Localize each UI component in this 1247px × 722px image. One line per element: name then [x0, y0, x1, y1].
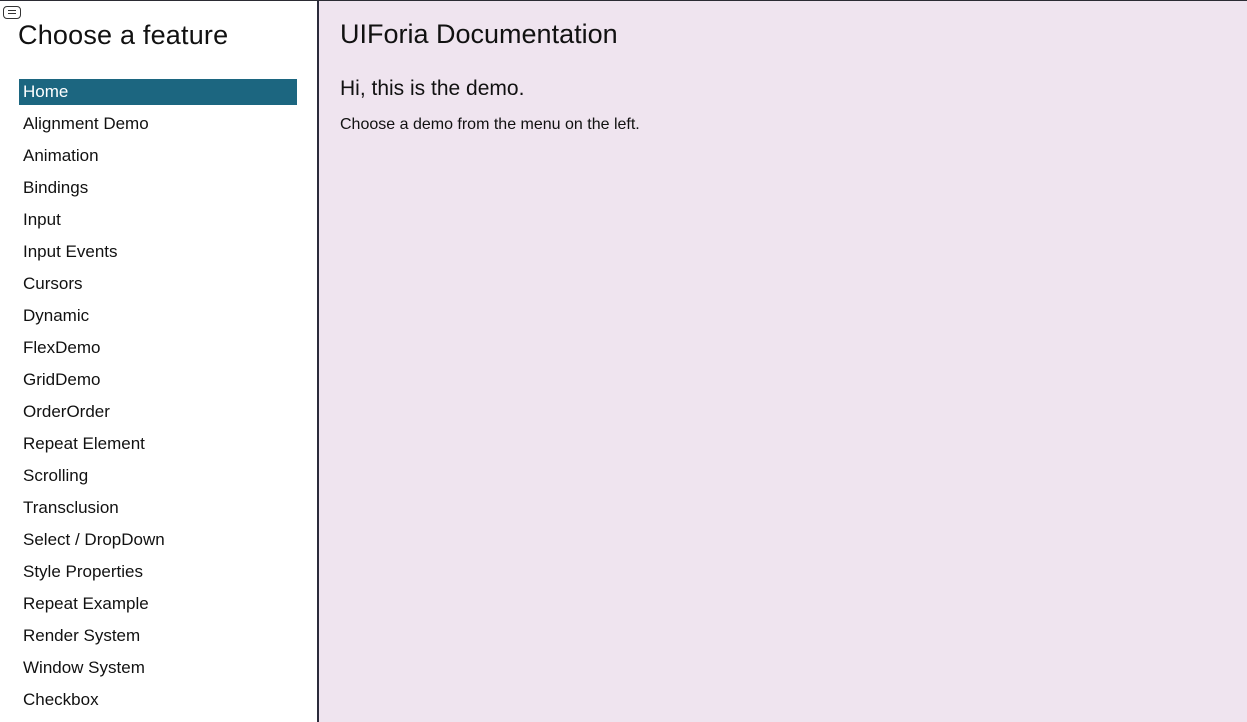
sidebar-item-input-events[interactable]: Input Events [19, 239, 297, 271]
sidebar-item-scrolling[interactable]: Scrolling [19, 463, 297, 495]
page-title: UIForia Documentation [340, 19, 618, 49]
sidebar-item-repeat-element[interactable]: Repeat Element [19, 431, 297, 463]
sidebar-item-select-dropdown[interactable]: Select / DropDown [19, 527, 297, 559]
sidebar-item-input[interactable]: Input [19, 207, 297, 239]
sidebar-item-dynamic[interactable]: Dynamic [19, 303, 297, 335]
demo-heading: Hi, this is the demo. [340, 77, 525, 100]
sidebar-item-transclusion[interactable]: Transclusion [19, 495, 297, 527]
main-content: UIForia Documentation Hi, this is the de… [319, 1, 1247, 722]
sidebar-item-repeat-example[interactable]: Repeat Example [19, 591, 297, 623]
sidebar-item-griddemo[interactable]: GridDemo [19, 367, 297, 399]
menu-line [8, 10, 16, 11]
feature-menu: Home Alignment Demo Animation Bindings I… [19, 79, 297, 719]
sidebar-item-window-system[interactable]: Window System [19, 655, 297, 687]
sidebar-title: Choose a feature [18, 20, 229, 50]
sidebar-item-bindings[interactable]: Bindings [19, 175, 297, 207]
demo-instructions: Choose a demo from the menu on the left. [340, 116, 640, 133]
sidebar-item-animation[interactable]: Animation [19, 143, 297, 175]
sidebar-item-orderorder[interactable]: OrderOrder [19, 399, 297, 431]
sidebar-item-home[interactable]: Home [19, 79, 297, 105]
app-window: Choose a feature Home Alignment Demo Ani… [0, 0, 1247, 722]
sidebar-item-alignment-demo[interactable]: Alignment Demo [19, 111, 297, 143]
sidebar-item-checkbox[interactable]: Checkbox [19, 687, 297, 719]
sidebar-item-render-system[interactable]: Render System [19, 623, 297, 655]
menu-line [8, 13, 16, 14]
sidebar-item-style-properties[interactable]: Style Properties [19, 559, 297, 591]
sidebar: Choose a feature Home Alignment Demo Ani… [0, 1, 319, 722]
sidebar-item-cursors[interactable]: Cursors [19, 271, 297, 303]
sidebar-item-flexdemo[interactable]: FlexDemo [19, 335, 297, 367]
